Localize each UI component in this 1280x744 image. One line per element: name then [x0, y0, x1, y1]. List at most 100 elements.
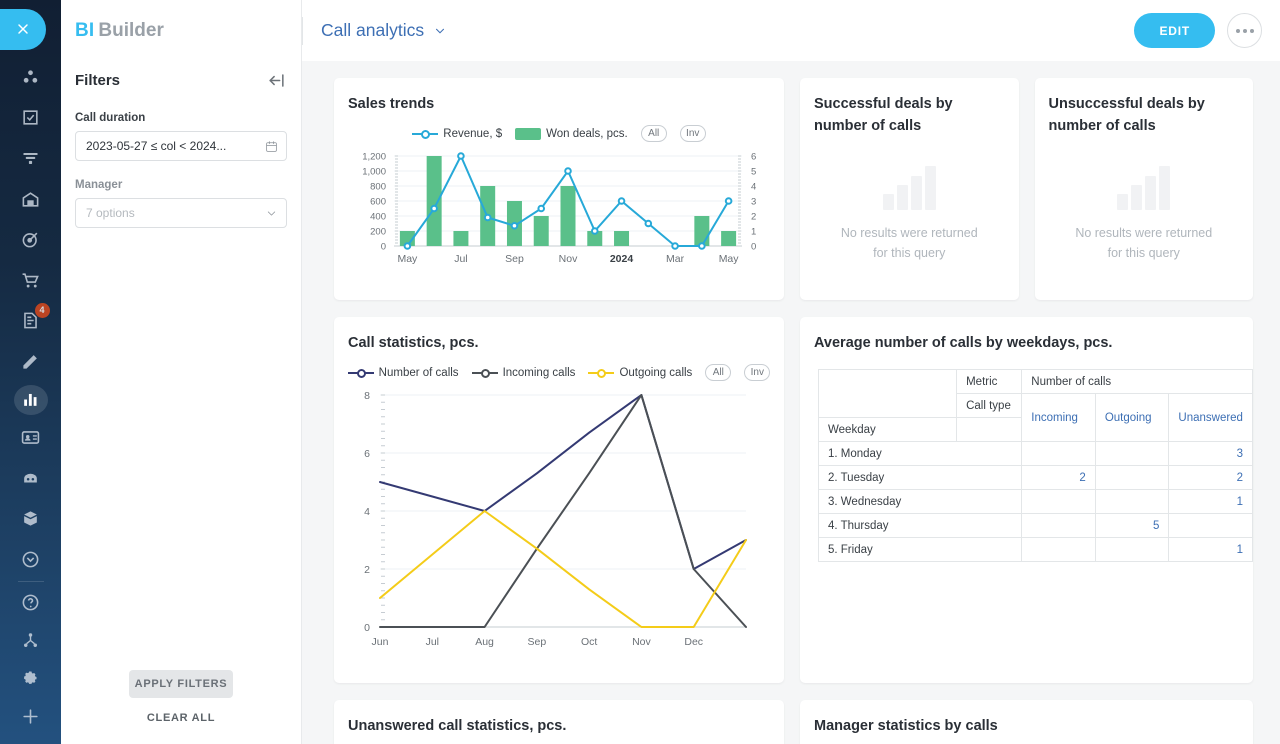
cell-weekday: 4. Thursday [817, 513, 1023, 539]
brand-prefix: BI [75, 19, 95, 41]
legend-marker-number-of-calls [347, 367, 374, 379]
brand-suffix: Builder [98, 19, 164, 41]
card-title-manager-stats: Manager statistics by calls [814, 718, 998, 734]
svg-text:4: 4 [751, 182, 756, 193]
box-icon[interactable] [14, 504, 48, 534]
dashboard-row-3: Unanswered call statistics, pcs. Manager… [334, 700, 1253, 744]
table-row: 3. Wednesday 1 [817, 489, 1253, 515]
weekday-label-cell: Weekday [817, 417, 958, 443]
settings-icon[interactable] [14, 664, 48, 694]
svg-text:2024: 2024 [610, 253, 634, 265]
svg-text:Nov: Nov [632, 636, 651, 648]
svg-text:0: 0 [364, 622, 370, 634]
weekday-pivot-table: Metric Number of calls Call type Incomin… [817, 369, 1253, 563]
svg-text:Dec: Dec [684, 636, 703, 648]
table-row: 1. Monday 3 [817, 441, 1253, 467]
cell-unanswered: 1 [1168, 537, 1253, 563]
col-header-unanswered: Unanswered [1168, 393, 1253, 443]
cell-incoming: 2 [1021, 465, 1096, 491]
svg-text:Sep: Sep [528, 636, 547, 648]
svg-text:Jul: Jul [454, 253, 467, 265]
help-icon[interactable] [14, 588, 48, 618]
collapse-panel-icon[interactable] [267, 71, 286, 90]
card-title-sales-trends: Sales trends [348, 96, 435, 112]
svg-text:Oct: Oct [581, 636, 597, 648]
svg-text:200: 200 [370, 227, 386, 238]
legend-item-number-of-calls[interactable]: Number of calls [347, 367, 459, 379]
empty-text-unsuccessful: No results were returned for this query [1075, 223, 1212, 264]
documents-icon[interactable]: 4 [14, 302, 50, 336]
legend-item-won-deals[interactable]: Won deals, pcs. [515, 127, 628, 140]
cart-icon[interactable] [14, 265, 48, 295]
legend-item-outgoing-calls[interactable]: Outgoing calls [588, 367, 692, 379]
topbar-divider [302, 16, 303, 45]
cell-incoming [1021, 537, 1096, 563]
cell-weekday: 1. Monday [817, 441, 1023, 467]
chevron-down-icon [267, 210, 276, 216]
edit-button[interactable]: EDIT [1134, 13, 1215, 48]
card-sales-trends: Sales trends Revenue, $ Won deals, pcs. … [334, 78, 784, 300]
card-unsuccessful-deals: Unsuccessful deals by number of calls No… [1034, 78, 1254, 300]
svg-text:May: May [719, 253, 740, 265]
chevron-circle-icon[interactable] [14, 545, 48, 575]
legend-item-revenue[interactable]: Revenue, $ [412, 128, 502, 140]
empty-state-successful: No results were returned for this query [800, 138, 1019, 264]
apply-filters-button[interactable]: APPLY FILTERS [129, 670, 233, 698]
analytics-icon[interactable] [13, 384, 48, 415]
chevron-down-icon[interactable] [433, 24, 447, 38]
table-header-row-metric: Metric Number of calls [817, 369, 1253, 419]
funnel-icon[interactable] [14, 143, 48, 173]
workspaces-icon[interactable] [14, 62, 48, 92]
table-row: 4. Thursday 5 [817, 513, 1253, 539]
brand-logo[interactable]: BI Builder [61, 0, 301, 61]
all-toggle-sales[interactable]: All [640, 125, 667, 143]
bot-icon[interactable] [14, 463, 48, 493]
empty-line-1: No results were returned [1075, 225, 1213, 240]
plus-icon[interactable] [14, 702, 48, 732]
card-manager-statistics: Manager statistics by calls [800, 700, 1253, 744]
manager-label: Manager [75, 179, 123, 191]
rail-divider [17, 580, 44, 582]
col-header-outgoing: Outgoing [1094, 393, 1170, 443]
cell-incoming [1021, 513, 1096, 539]
pen-icon[interactable] [14, 347, 48, 377]
svg-text:2: 2 [364, 564, 370, 576]
legend-item-incoming-calls[interactable]: Incoming calls [471, 367, 575, 379]
svg-text:4: 4 [364, 506, 370, 518]
svg-text:800: 800 [370, 182, 386, 193]
cell-incoming [1021, 489, 1096, 515]
manager-select[interactable]: 7 options [75, 198, 287, 228]
metric-label-cell: Metric [956, 369, 1023, 395]
more-options-icon[interactable] [1227, 13, 1262, 48]
cell-unanswered: 2 [1168, 465, 1253, 491]
legend-label-revenue: Revenue, $ [443, 127, 503, 140]
inv-toggle-calls[interactable]: Inv [744, 364, 771, 382]
target-icon[interactable] [14, 225, 48, 255]
card-title-weekday-table: Average number of calls by weekdays, pcs… [814, 335, 1113, 351]
filters-title: Filters [75, 72, 121, 89]
svg-text:8: 8 [364, 390, 370, 402]
cell-unanswered: 1 [1168, 489, 1253, 515]
inv-toggle-sales[interactable]: Inv [679, 125, 706, 143]
documents-badge: 4 [34, 302, 50, 318]
cell-outgoing [1094, 441, 1170, 467]
clear-all-button[interactable]: CLEAR ALL [75, 704, 287, 732]
sitemap-icon[interactable] [14, 626, 48, 656]
empty-bars-icon [882, 162, 936, 210]
tasks-icon[interactable] [14, 103, 48, 133]
svg-text:Nov: Nov [559, 253, 578, 265]
contacts-icon[interactable] [14, 423, 48, 453]
close-icon[interactable] [0, 9, 46, 50]
legend-marker-outgoing-calls [588, 367, 615, 379]
card-call-statistics: Call statistics, pcs. Number of calls In… [334, 317, 784, 683]
legend-label-outgoing-calls: Outgoing calls [619, 366, 693, 379]
all-toggle-calls[interactable]: All [705, 364, 732, 382]
call-duration-field[interactable]: 2023-05-27 ≤ col < 2024... [75, 131, 287, 161]
filters-panel: BI Builder Filters Call duration 2023-05… [61, 0, 302, 744]
weekday-sub-empty [956, 417, 1023, 443]
app-root: 4 BI Builder Filters Call duration 2023-… [0, 0, 1280, 744]
topbar: Call analytics EDIT [302, 0, 1280, 61]
warehouse-icon[interactable] [14, 184, 48, 214]
card-successful-deals: Successful deals by number of calls No r… [800, 78, 1019, 300]
empty-state-unsuccessful: No results were returned for this query [1035, 138, 1254, 264]
